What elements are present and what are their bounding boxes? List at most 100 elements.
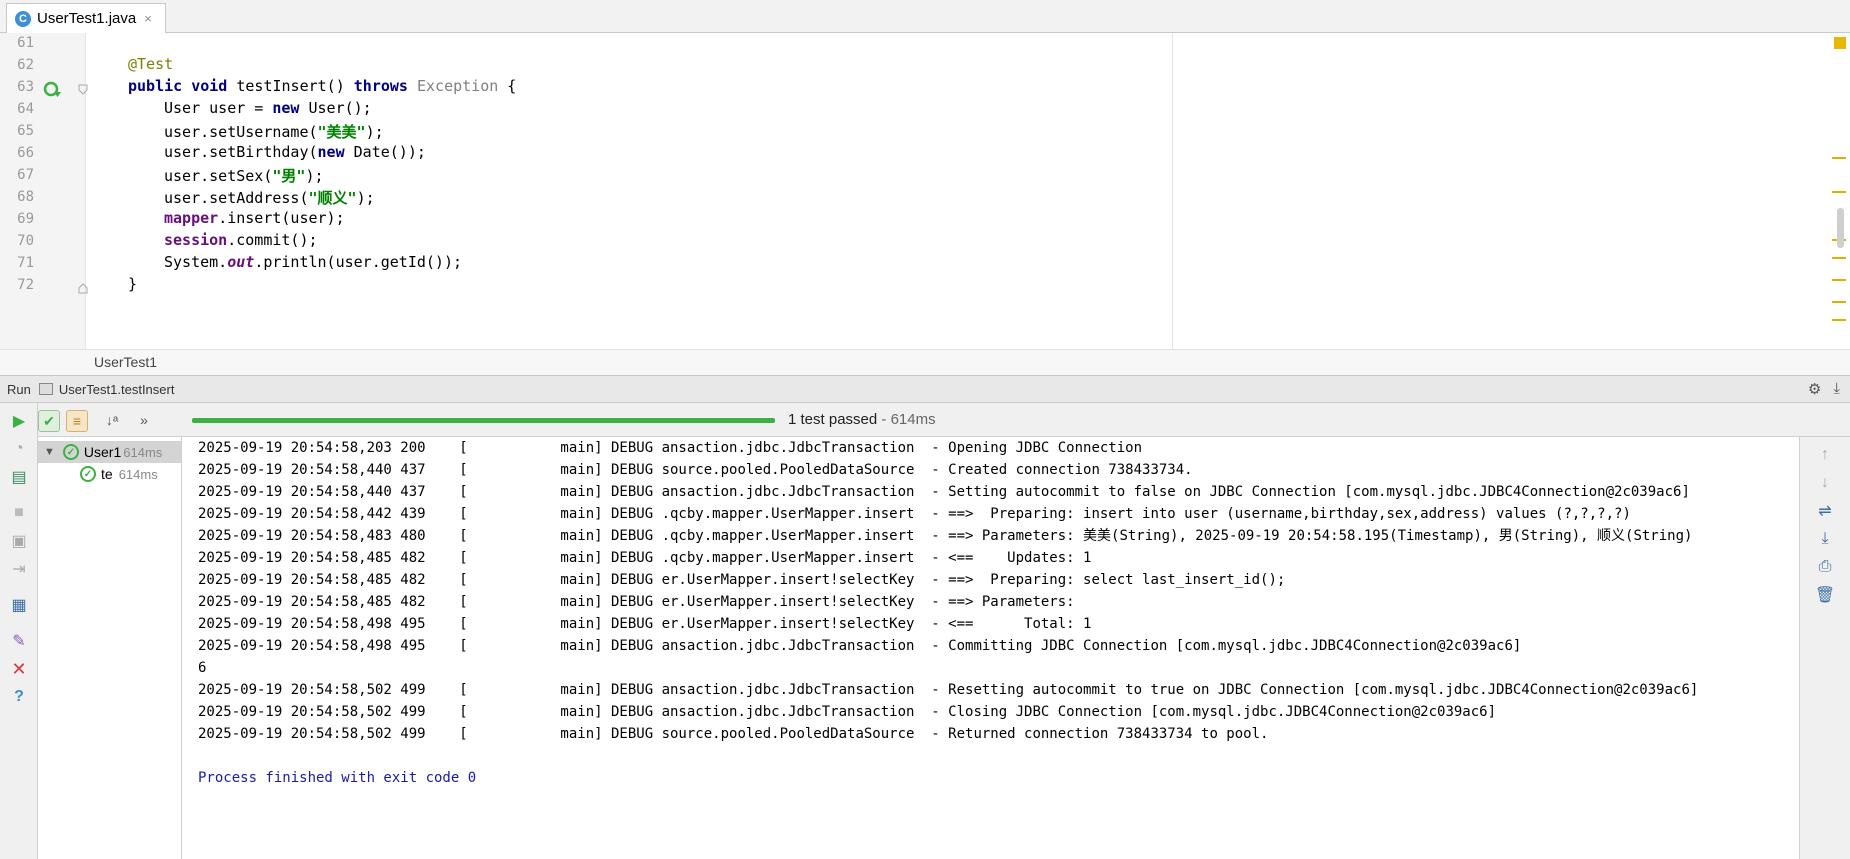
soft-wrap-icon[interactable]: ⇌ [1815, 501, 1835, 521]
scroll-to-end-icon[interactable]: ⤓ [1815, 529, 1835, 549]
sort-alphabetically-icon[interactable]: ↓ᵃ [102, 410, 122, 430]
console-line: 2025-09-19 20:54:58,203 200 [ main] DEBU… [198, 440, 1143, 456]
line-number: 67 [17, 167, 34, 183]
breadcrumb[interactable]: UserTest1 [0, 349, 1850, 375]
console-output[interactable]: 2025-09-19 20:54:58,203 200 [ main] DEBU… [182, 437, 1799, 859]
code-token: System. [164, 253, 228, 271]
stripe-mark[interactable] [1832, 157, 1846, 159]
show-passed-icon[interactable]: ✔ [38, 410, 60, 432]
code-token: user.setSex( [164, 167, 273, 185]
pin-icon[interactable]: ✎ [9, 631, 29, 651]
test-tree-child[interactable]: ✓ te 614ms [80, 463, 158, 485]
editor-tab-usertest1[interactable]: C UserTest1.java × [6, 3, 166, 33]
console-line: 6 [198, 660, 207, 676]
show-ignored-icon[interactable]: ≡ [66, 410, 88, 432]
line-number: 72 [17, 277, 34, 293]
code-token: User user = [164, 99, 273, 117]
method-token: testInsert() [227, 77, 354, 95]
chevron-down-icon[interactable]: ▼ [44, 446, 55, 458]
test-progress-bar [192, 418, 775, 423]
line-number: 62 [17, 57, 34, 73]
stripe-mark[interactable] [1832, 279, 1846, 281]
console-line: 2025-09-19 20:54:58,440 437 [ main] DEBU… [198, 462, 1193, 478]
line-number: 66 [17, 145, 34, 161]
toggle-auto-test-icon[interactable]: ▤ [9, 467, 29, 487]
test-results-tree: ▼ ✓ User1 614ms ✓ te 614ms [38, 437, 182, 859]
gear-icon[interactable]: ⚙ [1808, 380, 1821, 398]
console-line: 2025-09-19 20:54:58,485 482 [ main] DEBU… [198, 572, 1286, 588]
code-token: .insert(user); [218, 209, 345, 227]
run-left-toolbar: ▶ ◔ ▤ ■ ▣ ⇥ ▦ ✎ ✕ ? [0, 403, 38, 859]
arrow-up-icon[interactable]: ↑ [1815, 445, 1835, 465]
error-stripe[interactable] [1828, 33, 1850, 349]
run-config-name[interactable]: UserTest1.testInsert [59, 382, 175, 397]
help-icon[interactable]: ? [9, 687, 29, 707]
console-line: 2025-09-19 20:54:58,498 495 [ main] DEBU… [198, 638, 1522, 654]
run-tool-window-header: Run UserTest1.testInsert ⚙ ⤓ [0, 375, 1850, 403]
line-number: 68 [17, 189, 34, 205]
string-token: "美美" [317, 123, 366, 141]
test-method-label: te [101, 466, 113, 482]
keyword-token: throws [353, 77, 408, 95]
arrow-down-icon[interactable]: ↓ [1815, 473, 1835, 493]
stop-icon[interactable]: ■ [9, 503, 29, 523]
code-line-67: user.setSex("男"); [164, 165, 324, 186]
stripe-mark[interactable] [1832, 301, 1846, 303]
test-tree-root[interactable]: ▼ ✓ User1 614ms [38, 441, 181, 463]
console-line: 2025-09-19 20:54:58,502 499 [ main] DEBU… [198, 682, 1699, 698]
run-test-gutter-icon[interactable] [42, 80, 62, 100]
code-editor[interactable]: 61 62 63 64 65 66 67 68 69 70 71 72 @Tes… [0, 33, 1850, 349]
warning-indicator-icon[interactable] [1834, 37, 1846, 49]
line-number: 63 [17, 79, 34, 95]
code-token: user.setBirthday( [164, 143, 318, 161]
exit-icon[interactable]: ⇥ [9, 559, 29, 579]
editor-scrollbar-thumb[interactable] [1837, 208, 1844, 248]
close-icon[interactable]: × [144, 11, 152, 26]
code-line-68: user.setAddress("顺义"); [164, 187, 375, 208]
layout-icon[interactable]: ▦ [9, 595, 29, 615]
line-number: 69 [17, 211, 34, 227]
print-icon[interactable]: ⎙ [1815, 557, 1835, 577]
code-line-71: System.out.println(user.getId()); [164, 253, 462, 271]
annotation-token: @Test [128, 55, 174, 73]
code-token: .commit(); [227, 231, 318, 249]
test-status-label: 1 test passed [788, 411, 878, 428]
console-line: 2025-09-19 20:54:58,485 482 [ main] DEBU… [198, 550, 1092, 566]
more-actions-icon[interactable]: » [134, 410, 154, 430]
run-config-icon [38, 383, 53, 395]
field-token: mapper [164, 209, 219, 227]
line-number: 65 [17, 123, 34, 139]
rerun-icon[interactable]: ▶ [9, 411, 29, 431]
field-token: session [164, 231, 228, 249]
rerun-failed-icon[interactable]: ◔ [9, 439, 29, 459]
run-label: Run [7, 381, 31, 397]
string-token: "顺义" [308, 189, 357, 207]
console-line: 2025-09-19 20:54:58,502 499 [ main] DEBU… [198, 704, 1497, 720]
test-class-label: User1 [83, 444, 122, 460]
editor-tab-bar: C UserTest1.java × [0, 0, 1850, 33]
stripe-mark[interactable] [1832, 319, 1846, 321]
keyword-token: public void [128, 77, 228, 95]
process-exit-message: Process finished with exit code 0 [198, 770, 477, 786]
stripe-mark[interactable] [1832, 191, 1846, 193]
code-token: ); [365, 123, 384, 141]
trash-icon[interactable]: 🗑 [1815, 585, 1835, 605]
code-token: Date()); [344, 143, 426, 161]
stripe-mark[interactable] [1832, 257, 1846, 259]
code-line-63: public void testInsert() throws Exceptio… [128, 77, 516, 95]
code-token: { [498, 77, 517, 95]
test-passed-icon: ✓ [80, 466, 96, 482]
line-number: 61 [17, 35, 34, 51]
code-line-72: } [128, 275, 137, 293]
line-number: 71 [17, 255, 34, 271]
console-line: 2025-09-19 20:54:58,442 439 [ main] DEBU… [198, 506, 1631, 522]
close-icon[interactable]: ✕ [9, 659, 29, 679]
code-token: } [128, 275, 138, 293]
console-right-toolbar: ↑ ↓ ⇌ ⤓ ⎙ 🗑 [1799, 437, 1850, 859]
breadcrumb-item[interactable]: UserTest1 [94, 354, 157, 370]
code-area[interactable]: @Test public void testInsert() throws Ex… [86, 33, 1171, 349]
console-line: 2025-09-19 20:54:58,440 437 [ main] DEBU… [198, 484, 1690, 500]
code-token: ); [305, 167, 324, 185]
dump-threads-icon[interactable]: ▣ [9, 531, 29, 551]
hide-panel-icon[interactable]: ⤓ [1833, 380, 1840, 398]
